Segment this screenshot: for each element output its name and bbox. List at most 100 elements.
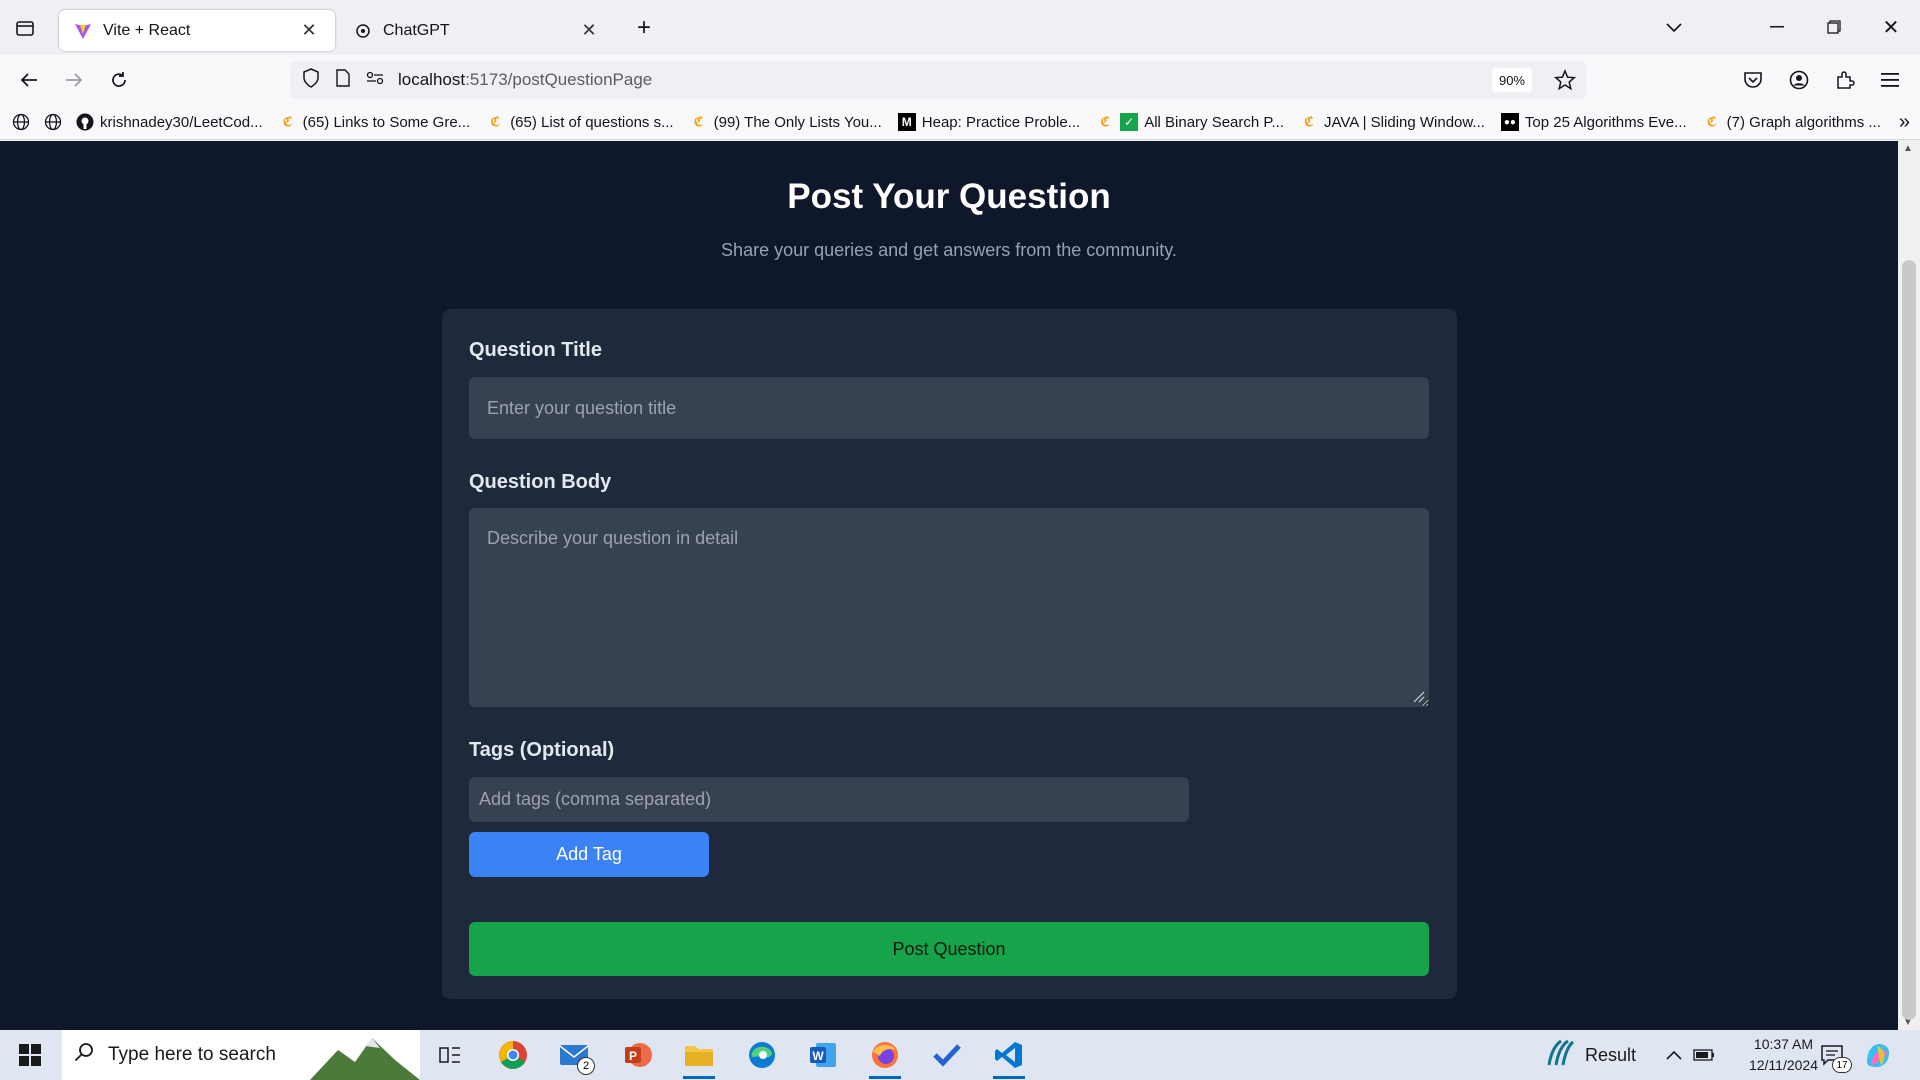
bookmark-item[interactable]: ℭ (65) Links to Some Gre... <box>279 113 471 131</box>
url-text[interactable]: localhost:5173/postQuestionPage <box>398 70 652 90</box>
forward-icon[interactable] <box>56 62 92 98</box>
system-clock[interactable]: 10:37 AM 12/11/2024 <box>1749 1034 1818 1076</box>
reload-icon[interactable] <box>101 62 137 98</box>
pocket-icon[interactable] <box>1735 62 1771 98</box>
word-icon[interactable]: W <box>801 1035 845 1075</box>
tab-title: ChatGPT <box>383 21 450 39</box>
svg-text:W: W <box>812 1049 824 1063</box>
scroll-up-icon[interactable]: ▲ <box>1903 143 1913 154</box>
notifications-icon[interactable]: 17 <box>1810 1035 1854 1075</box>
extensions-icon[interactable] <box>1827 62 1863 98</box>
medium-icon: ●● <box>1500 113 1519 131</box>
vscode-icon[interactable] <box>987 1035 1031 1079</box>
add-tag-button[interactable]: Add Tag <box>469 832 709 877</box>
address-bar[interactable]: localhost:5173/postQuestionPage 90% <box>290 61 1586 99</box>
question-title-input[interactable] <box>469 377 1429 439</box>
resize-grip-icon[interactable] <box>1411 689 1425 703</box>
clock-date: 12/11/2024 <box>1748 1057 1818 1073</box>
navigation-bar: localhost:5173/postQuestionPage 90% <box>0 55 1920 105</box>
url-path: :5173/postQuestionPage <box>465 70 653 89</box>
mail-icon[interactable]: 2 <box>553 1035 597 1075</box>
vite-icon <box>73 21 93 41</box>
windows-taskbar: Type here to search 2 P W Result 10:37 A… <box>0 1030 1920 1080</box>
zoom-indicator[interactable]: 90% <box>1491 68 1532 92</box>
firefox-icon[interactable] <box>863 1035 907 1079</box>
scrollbar-thumb[interactable] <box>1902 260 1916 1020</box>
question-body-wrapper <box>469 508 1429 707</box>
weather-icon <box>1545 1039 1575 1072</box>
globe-icon[interactable] <box>12 113 30 131</box>
leetcode-icon: ℭ <box>1100 114 1110 129</box>
bookmark-item[interactable]: ●● Top 25 Algorithms Eve... <box>1500 113 1687 131</box>
bookmark-item[interactable]: ℭ JAVA | Sliding Window... <box>1300 113 1485 131</box>
bookmark-star-icon[interactable] <box>1553 69 1577 96</box>
bookmark-label: (99) The Only Lists You... <box>713 113 882 131</box>
leetcode-icon: ℭ <box>490 114 500 129</box>
question-title-label: Question Title <box>469 339 602 361</box>
task-view-icon[interactable] <box>428 1035 472 1075</box>
tab-title: Vite + React <box>103 21 191 39</box>
bookmark-item[interactable]: ℭ (99) The Only Lists You... <box>690 113 882 131</box>
tab-chatgpt[interactable]: ChatGPT ✕ <box>339 10 615 51</box>
page-viewport: Post Your Question Share your queries an… <box>0 141 1898 1030</box>
menu-icon[interactable] <box>1872 62 1908 98</box>
svg-text:P: P <box>629 1049 637 1063</box>
todo-icon[interactable] <box>925 1035 969 1075</box>
shield-icon[interactable] <box>302 67 320 93</box>
bookmarks-toolbar: krishnadey30/LeetCod... ℭ (65) Links to … <box>0 105 1920 140</box>
taskbar-search-box[interactable]: Type here to search <box>62 1030 420 1080</box>
widget-label: Result <box>1585 1044 1637 1065</box>
notification-badge: 17 <box>1832 1057 1852 1073</box>
tab-strip: Vite + React ✕ ChatGPT ✕ + ✕ <box>0 0 1920 55</box>
battery-icon[interactable] <box>1684 1035 1724 1075</box>
checkbox-icon: ✓ <box>1120 113 1139 131</box>
edge-icon[interactable] <box>740 1035 784 1075</box>
url-host: localhost <box>398 70 466 89</box>
bookmark-label: All Binary Search P... <box>1144 113 1284 131</box>
clock-time: 10:37 AM <box>1753 1036 1814 1052</box>
page-subtitle: Share your queries and get answers from … <box>721 240 1177 260</box>
bookmark-item[interactable]: krishnadey30/LeetCod... <box>76 113 263 131</box>
bookmark-item[interactable]: ℭ ✓ All Binary Search P... <box>1096 113 1284 131</box>
bookmark-label: Top 25 Algorithms Eve... <box>1524 113 1687 131</box>
bookmark-item[interactable]: ℭ (7) Graph algorithms ... <box>1703 113 1881 131</box>
close-window-icon[interactable]: ✕ <box>1873 9 1909 45</box>
windows-start-icon[interactable] <box>8 1035 52 1075</box>
copilot-icon[interactable] <box>1856 1035 1900 1075</box>
bookmark-item[interactable]: ℭ (65) List of questions s... <box>486 113 674 131</box>
chevron-down-icon[interactable] <box>1656 10 1692 46</box>
file-explorer-icon[interactable] <box>677 1035 721 1079</box>
question-form-card: Question Title Question Body Tags (Optio… <box>442 309 1457 999</box>
back-icon[interactable] <box>11 62 47 98</box>
mail-badge: 2 <box>577 1057 595 1075</box>
new-tab-icon[interactable]: + <box>626 10 662 46</box>
powerpoint-icon[interactable]: P <box>616 1035 660 1075</box>
minimize-icon[interactable] <box>1759 9 1795 45</box>
leetcode-icon: ℭ <box>1304 114 1314 129</box>
bookmark-label: (65) List of questions s... <box>510 113 674 131</box>
bookmark-label: (65) Links to Some Gre... <box>302 113 471 131</box>
search-icon <box>74 1042 94 1068</box>
github-icon <box>76 113 94 131</box>
bookmark-label: JAVA | Sliding Window... <box>1323 113 1485 131</box>
leetcode-icon: ℭ <box>1707 114 1717 129</box>
tags-label: Tags (Optional) <box>469 739 615 761</box>
question-body-textarea[interactable] <box>469 508 1429 707</box>
page-icon[interactable] <box>336 68 350 92</box>
post-question-button[interactable]: Post Question <box>469 922 1429 976</box>
restore-icon[interactable] <box>1816 9 1852 45</box>
close-tab-icon[interactable]: ✕ <box>577 19 601 43</box>
tab-list-icon[interactable] <box>7 10 43 46</box>
chrome-icon[interactable] <box>491 1035 535 1075</box>
tags-input[interactable] <box>469 777 1189 822</box>
account-icon[interactable] <box>1781 62 1817 98</box>
bookmark-item[interactable]: M Heap: Practice Proble... <box>897 113 1080 131</box>
globe-icon[interactable] <box>44 113 62 131</box>
question-body-label: Question Body <box>469 471 612 493</box>
tab-vite-react[interactable]: Vite + React ✕ <box>59 10 335 51</box>
result-widget[interactable]: Result <box>1545 1035 1665 1075</box>
bookmark-label: krishnadey30/LeetCod... <box>100 113 263 131</box>
close-tab-icon[interactable]: ✕ <box>297 19 321 43</box>
chevron-double-right-icon[interactable]: » <box>1899 111 1910 134</box>
permissions-icon[interactable] <box>366 71 384 90</box>
